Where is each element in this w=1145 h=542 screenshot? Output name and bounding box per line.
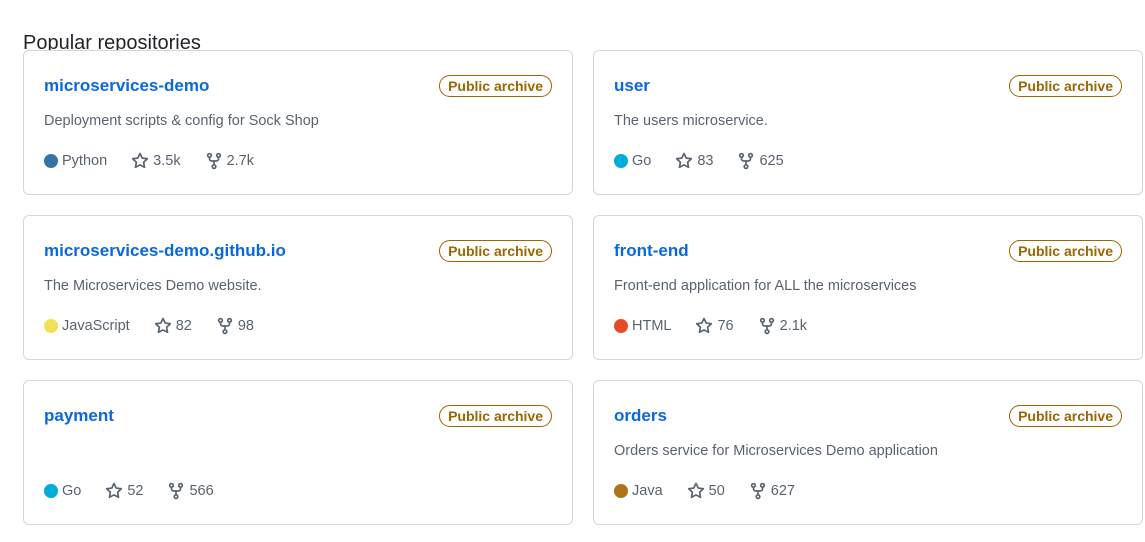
stars-link[interactable]: 83	[675, 151, 713, 171]
stars-count: 50	[708, 483, 725, 499]
forks-count: 98	[237, 318, 254, 334]
star-icon	[154, 317, 171, 334]
language-color-dot	[44, 484, 58, 498]
repo-description: The Microservices Demo website.	[44, 278, 262, 294]
visibility-badge: Public archive	[439, 405, 552, 427]
repo-language: HTML	[614, 316, 671, 336]
repo-description: Deployment scripts & config for Sock Sho…	[44, 113, 319, 129]
stars-link[interactable]: 50	[687, 481, 725, 501]
repo-name-link[interactable]: microservices-demo.github.io	[44, 240, 286, 262]
repo-meta: HTML 76 2.1k	[614, 316, 831, 336]
fork-icon	[217, 317, 232, 335]
language-label: Python	[62, 153, 108, 169]
repo-grid: microservices-demo Public archive Deploy…	[23, 50, 1143, 525]
language-label: Go	[632, 153, 652, 169]
star-icon	[696, 317, 713, 334]
language-label: Java	[632, 483, 663, 499]
stars-count: 76	[717, 318, 734, 334]
fork-icon	[739, 152, 754, 170]
fork-icon	[750, 482, 765, 500]
language-label: JavaScript	[62, 318, 130, 334]
repo-card: microservices-demo Public archive Deploy…	[23, 50, 573, 195]
repo-card: user Public archive The users microservi…	[593, 50, 1143, 195]
forks-link[interactable]: 625	[737, 151, 784, 171]
repo-meta: Go 52 566	[44, 481, 238, 501]
repo-name-link[interactable]: orders	[614, 405, 667, 427]
language-color-dot	[614, 154, 628, 168]
forks-count: 627	[770, 483, 795, 499]
star-icon	[132, 152, 149, 169]
forks-count: 2.7k	[226, 153, 254, 169]
repo-name-link[interactable]: microservices-demo	[44, 75, 209, 97]
repo-meta: JavaScript 82 98	[44, 316, 278, 336]
language-label: HTML	[632, 318, 672, 334]
repo-card: front-end Public archive Front-end appli…	[593, 215, 1143, 360]
star-icon	[676, 152, 693, 169]
repo-card: payment Public archive Go 52 566	[23, 380, 573, 525]
repo-name-link[interactable]: front-end	[614, 240, 689, 262]
stars-count: 52	[127, 483, 144, 499]
stars-count: 82	[175, 318, 192, 334]
language-color-dot	[44, 154, 58, 168]
fork-icon	[169, 482, 184, 500]
fork-icon	[759, 317, 774, 335]
forks-link[interactable]: 566	[167, 481, 214, 501]
forks-count: 625	[759, 153, 784, 169]
stars-link[interactable]: 3.5k	[131, 151, 181, 171]
repo-card: orders Public archive Orders service for…	[593, 380, 1143, 525]
repo-meta: Go 83 625	[614, 151, 808, 171]
visibility-badge: Public archive	[1009, 405, 1122, 427]
stars-count: 83	[697, 153, 714, 169]
fork-icon	[206, 152, 221, 170]
star-icon	[106, 482, 123, 499]
repo-language: Java	[614, 481, 663, 501]
language-color-dot	[44, 319, 58, 333]
star-icon	[687, 482, 704, 499]
forks-link[interactable]: 627	[749, 481, 795, 501]
stars-link[interactable]: 76	[695, 316, 734, 336]
repo-description: Front-end application for ALL the micros…	[614, 278, 917, 294]
repo-language: JavaScript	[44, 316, 130, 336]
repo-meta: Python 3.5k 2.7k	[44, 151, 278, 171]
forks-link[interactable]: 2.7k	[205, 151, 254, 171]
stars-link[interactable]: 52	[105, 481, 143, 501]
visibility-badge: Public archive	[439, 240, 552, 262]
repo-language: Python	[44, 151, 107, 171]
repo-name-link[interactable]: user	[614, 75, 650, 97]
forks-count: 566	[189, 483, 214, 499]
repo-description: Orders service for Microservices Demo ap…	[614, 443, 938, 459]
language-label: Go	[62, 483, 82, 499]
forks-link[interactable]: 2.1k	[758, 316, 807, 336]
visibility-badge: Public archive	[1009, 240, 1122, 262]
repo-language: Go	[614, 151, 651, 171]
visibility-badge: Public archive	[439, 75, 552, 97]
forks-count: 2.1k	[779, 318, 808, 334]
stars-link[interactable]: 82	[154, 316, 192, 336]
visibility-badge: Public archive	[1009, 75, 1122, 97]
stars-count: 3.5k	[153, 153, 181, 169]
repo-language: Go	[44, 481, 81, 501]
repo-name-link[interactable]: payment	[44, 405, 114, 427]
repo-meta: Java 50 627	[614, 481, 819, 501]
language-color-dot	[614, 319, 628, 333]
repo-description: The users microservice.	[614, 113, 768, 129]
language-color-dot	[614, 484, 628, 498]
repo-card: microservices-demo.github.io Public arch…	[23, 215, 573, 360]
forks-link[interactable]: 98	[216, 316, 254, 336]
